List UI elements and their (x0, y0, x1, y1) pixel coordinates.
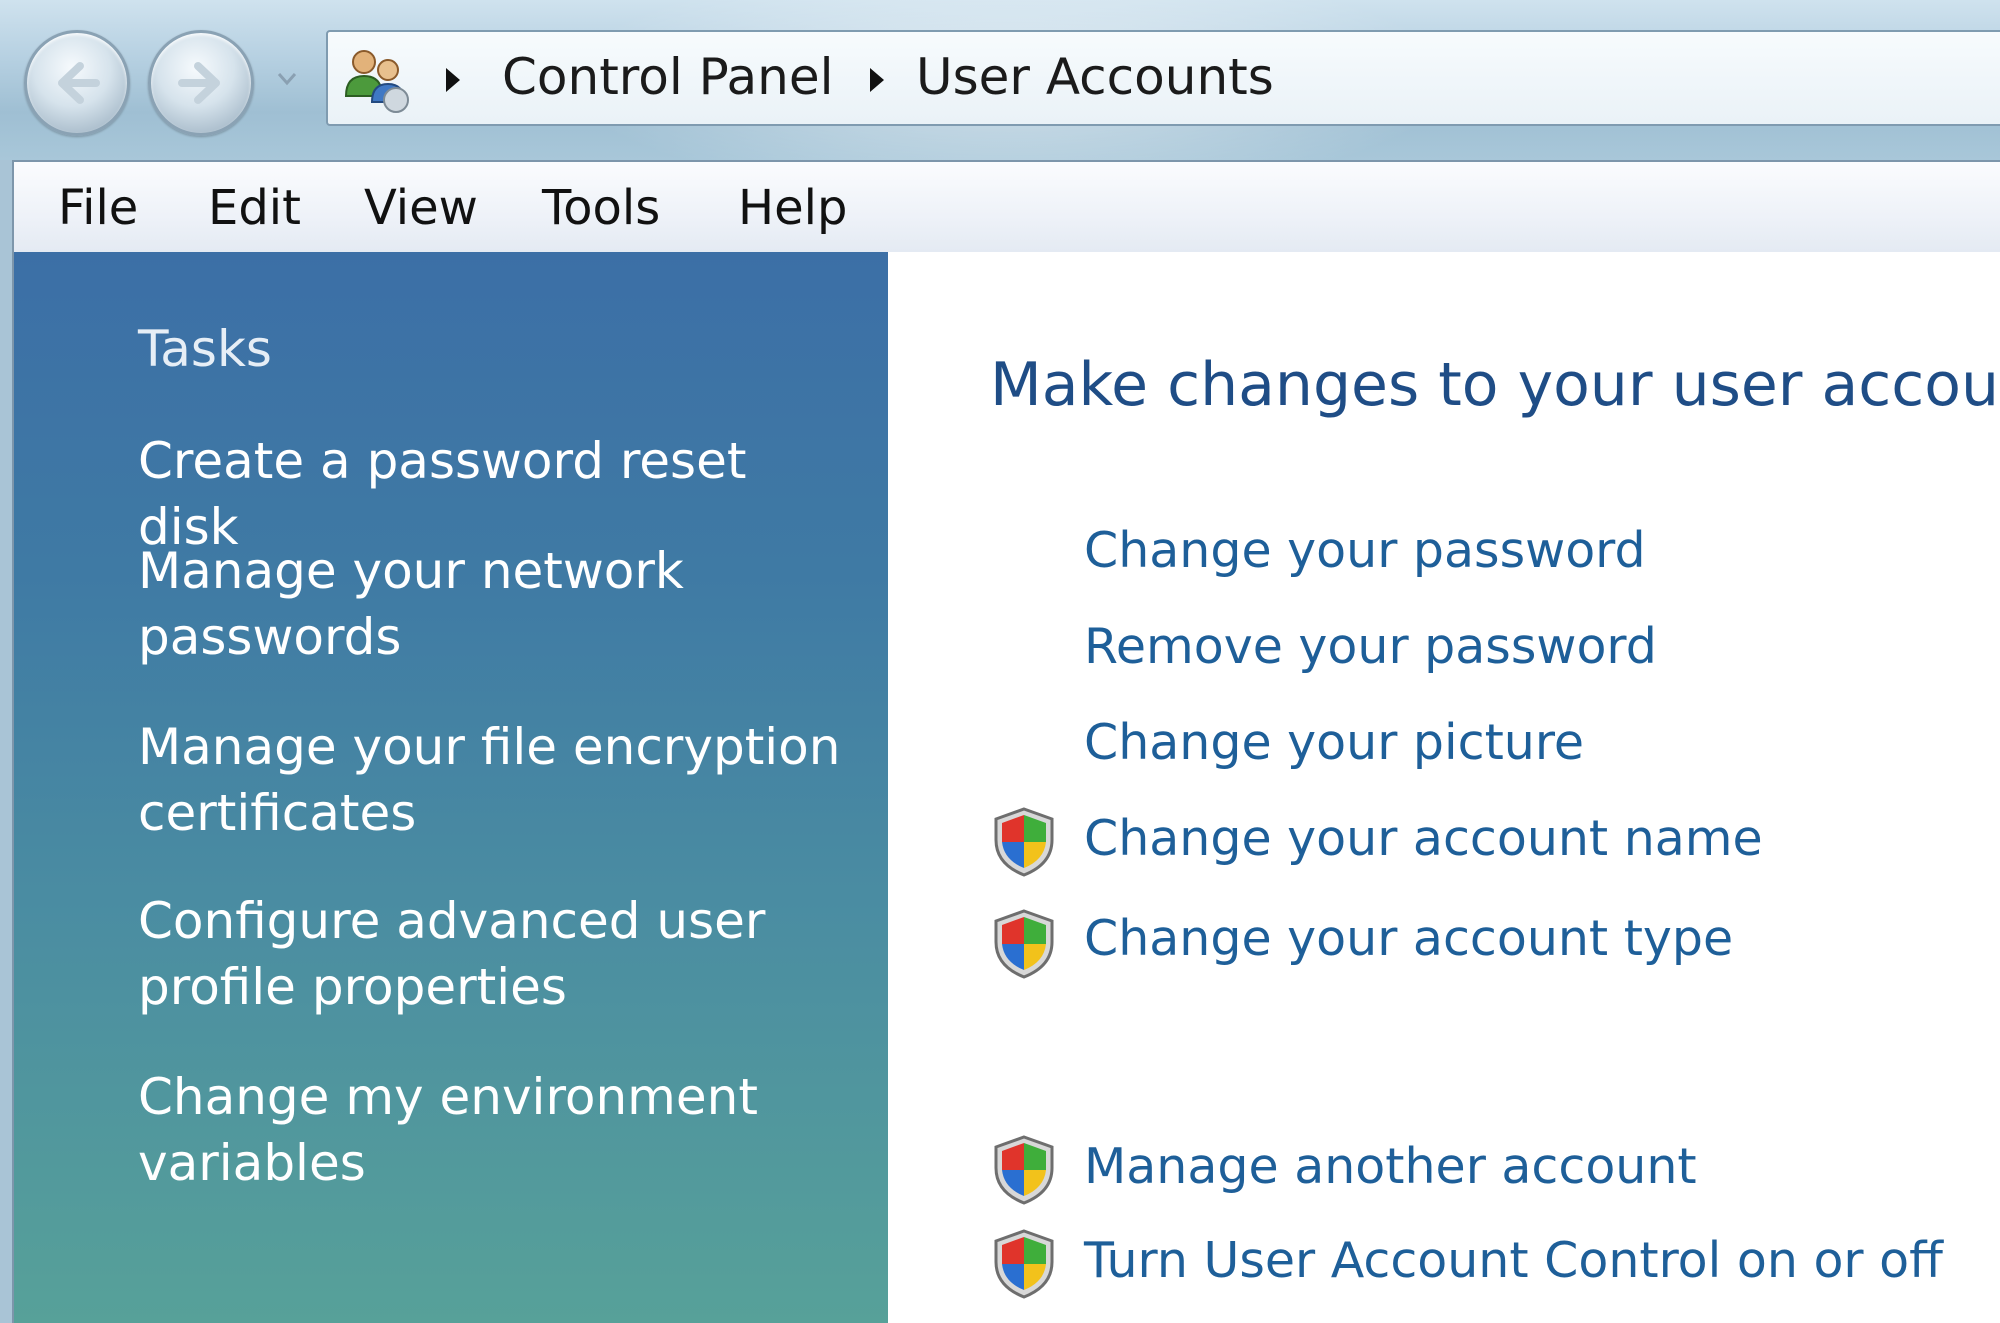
menu-view[interactable]: View (364, 180, 478, 236)
task-manage-file-encryption-certificates[interactable]: Manage your file encryption certificates (138, 714, 858, 846)
tasks-pane: Tasks Create a password reset disk Manag… (12, 252, 888, 1323)
uac-shield-icon (994, 807, 1054, 877)
back-button[interactable] (24, 30, 130, 136)
user-accounts-icon (344, 50, 409, 113)
breadcrumb-user-accounts[interactable]: User Accounts (916, 48, 1274, 106)
back-arrow-icon (58, 62, 100, 104)
menu-tools[interactable]: Tools (542, 180, 660, 236)
page-title: Make changes to your user accou (990, 350, 1999, 420)
chevron-down-icon[interactable] (276, 68, 298, 90)
change-picture-link[interactable]: Change your picture (1084, 714, 1584, 771)
remove-password-link[interactable]: Remove your password (1084, 618, 1657, 675)
task-configure-advanced-profile-properties[interactable]: Configure advanced user profile properti… (138, 888, 858, 1020)
tasks-heading: Tasks (138, 320, 272, 378)
task-change-environment-variables[interactable]: Change my environment variables (138, 1064, 858, 1196)
address-bar[interactable]: Control Panel User Accounts (326, 30, 2000, 126)
menu-help[interactable]: Help (738, 180, 847, 236)
menu-bar: File Edit View Tools Help (12, 160, 2000, 252)
main-content: Make changes to your user accou Change y… (888, 252, 2000, 1323)
manage-another-account-link[interactable]: Manage another account (1084, 1138, 1697, 1195)
forward-arrow-icon (178, 62, 220, 104)
breadcrumb-separator-icon[interactable] (868, 66, 886, 94)
toggle-uac-link[interactable]: Turn User Account Control on or off (1084, 1232, 1943, 1289)
breadcrumb-control-panel[interactable]: Control Panel (502, 48, 834, 106)
uac-shield-icon (994, 1229, 1054, 1299)
task-manage-network-passwords[interactable]: Manage your network passwords (138, 538, 858, 670)
title-bar: Control Panel User Accounts (0, 0, 2000, 160)
uac-shield-icon (994, 909, 1054, 979)
change-account-type-link[interactable]: Change your account type (1084, 910, 1733, 967)
change-password-link[interactable]: Change your password (1084, 522, 1646, 579)
menu-file[interactable]: File (58, 180, 138, 236)
forward-button[interactable] (148, 30, 254, 136)
uac-shield-icon (994, 1135, 1054, 1205)
menu-edit[interactable]: Edit (208, 180, 301, 236)
change-account-name-link[interactable]: Change your account name (1084, 810, 1763, 867)
breadcrumb-separator-icon[interactable] (444, 66, 462, 94)
